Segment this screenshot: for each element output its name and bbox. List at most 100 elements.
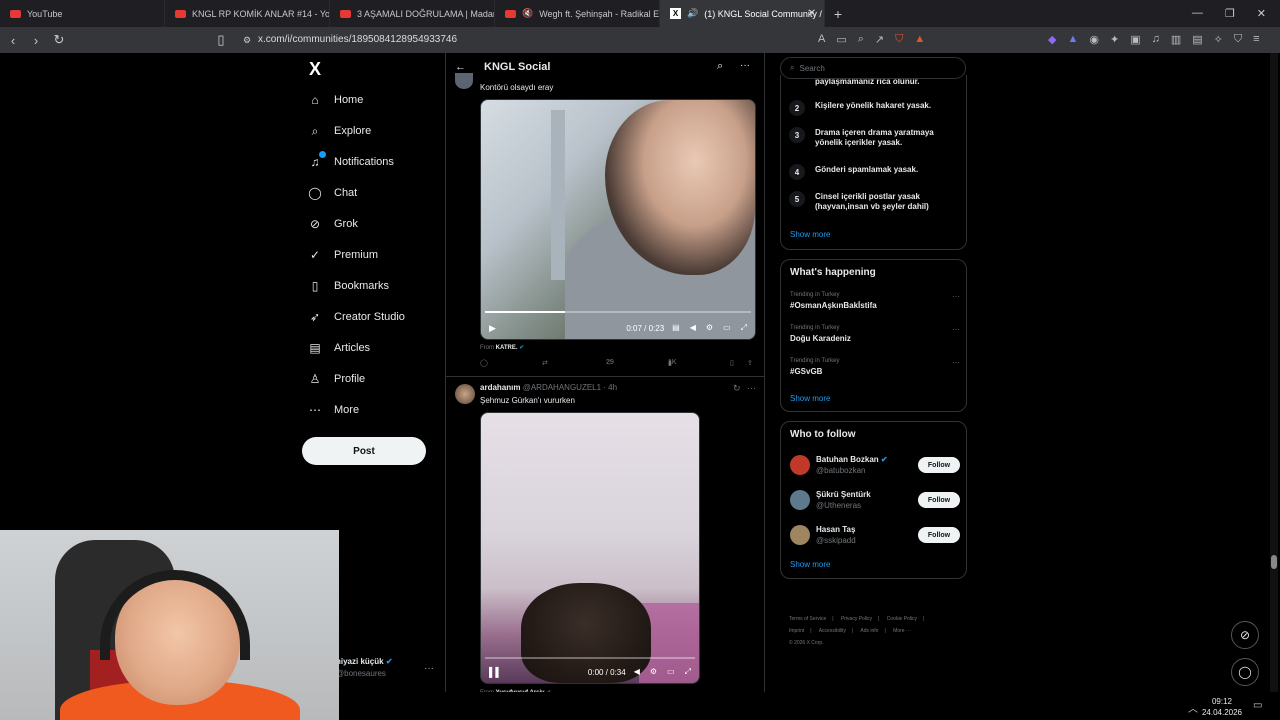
footer-link[interactable]: Ads info [860, 628, 878, 634]
brave-shield-icon[interactable]: ⛉ [895, 33, 903, 46]
zoom-icon[interactable]: ⌕ [858, 33, 864, 46]
close-tab-icon[interactable]: ✕ [808, 8, 816, 19]
pip-icon[interactable]: ▭ [723, 323, 731, 333]
restore-icon[interactable]: ❐ [1225, 7, 1235, 20]
repost-icon[interactable]: ⇄ [542, 359, 548, 367]
new-tab-button[interactable]: + [825, 6, 851, 22]
sidebar-item-profile[interactable]: ♙ Profile [308, 372, 366, 386]
footer-link[interactable]: Cookie Policy [887, 616, 917, 622]
footer-link[interactable]: Accessibility [819, 628, 846, 634]
trend-item[interactable]: Trending in Turkey #OsmanAşkınBakİstifa ··… [790, 292, 960, 310]
reload-icon[interactable]: ↻ [49, 32, 69, 48]
trend-more-icon[interactable]: ··· [952, 325, 960, 334]
search-input[interactable]: ⌕ Search [780, 57, 966, 79]
avatar[interactable] [790, 490, 810, 510]
taskbar-clock[interactable]: 09:12 24.04.2026 [1202, 696, 1242, 718]
video-player[interactable]: ▌▌ 0:00 / 0:34 ◀ ⚙ ▭ ⤢ [480, 412, 700, 684]
trend-more-icon[interactable]: ··· [952, 358, 960, 367]
sidebar-item-more[interactable]: ⋯ More [308, 403, 359, 417]
tab-kngl-social[interactable]: X 🔊 (1) KNGL Social Community / ✕ [660, 0, 825, 27]
extension-3-icon[interactable]: ◉ [1089, 33, 1099, 46]
avatar[interactable] [455, 384, 475, 404]
tab-kngl-rp[interactable]: KNGL RP KOMİK ANLAR #14 - YouTu [165, 0, 330, 27]
follow-suggestion[interactable]: Batuhan Bozkan ✔ @batubozkan Follow [790, 455, 960, 475]
search-icon[interactable]: ⌕ [717, 60, 723, 73]
screenshot-icon[interactable]: ▣ [1130, 33, 1140, 46]
cast-icon[interactable]: ▭ [836, 33, 846, 46]
tray-chevron-icon[interactable]: ︿ [1188, 700, 1198, 715]
notification-center-icon[interactable]: ▭ [1253, 700, 1262, 711]
author-handle[interactable]: @ARDAHANGUZEL1 [523, 383, 601, 392]
settings-icon[interactable]: ⚙ [650, 667, 657, 677]
scrollbar[interactable] [1270, 53, 1278, 720]
footer-link[interactable]: Imprint [789, 628, 804, 634]
leo-icon[interactable]: ✧ [1214, 33, 1223, 46]
footer-link[interactable]: Privacy Policy [841, 616, 872, 622]
wallet-icon[interactable]: ▤ [1192, 33, 1202, 46]
trend-more-icon[interactable]: ··· [952, 292, 960, 301]
extension-1-icon[interactable]: ◆ [1048, 33, 1056, 46]
volume-icon[interactable]: ◀ [690, 323, 696, 333]
trend-item[interactable]: Trending in Turkey #GSvGB ··· [790, 358, 960, 376]
pip-icon[interactable]: ▭ [667, 667, 675, 677]
scrollbar-thumb[interactable] [1271, 555, 1277, 569]
avatar[interactable] [455, 73, 473, 89]
back-arrow-icon[interactable]: ← [455, 61, 466, 73]
avatar[interactable] [790, 525, 810, 545]
post-more-icon[interactable]: ··· [747, 383, 756, 393]
extension-2-icon[interactable]: ▲ [1067, 33, 1078, 46]
minimize-icon[interactable]: — [1192, 7, 1203, 20]
author-name[interactable]: ardahanım [480, 383, 520, 392]
video-source[interactable]: From KATRE. ✔ [480, 344, 524, 351]
follow-button[interactable]: Follow [918, 492, 960, 508]
sidebar-item-articles[interactable]: ▤ Articles [308, 341, 370, 355]
follow-suggestion[interactable]: Hasan Taş @sskipadd Follow [790, 525, 960, 545]
rules-show-more-link[interactable]: Show more [790, 230, 830, 239]
video-progress[interactable] [485, 657, 695, 659]
sidebar-item-explore[interactable]: ⌕ Explore [308, 124, 372, 138]
sidebar-item-bookmarks[interactable]: ▯ Bookmarks [308, 279, 389, 293]
footer-link[interactable]: Terms of Service [789, 616, 826, 622]
forward-icon[interactable]: › [26, 33, 46, 48]
play-icon[interactable]: ▌▌ [489, 667, 502, 677]
volume-icon[interactable]: ◀ [634, 667, 640, 677]
sidebar-item-home[interactable]: ⌂ Home [308, 93, 363, 107]
play-icon[interactable]: ▶ [489, 323, 496, 334]
sidebar-item-grok[interactable]: ⊘ Grok [308, 217, 358, 231]
video-progress[interactable] [485, 311, 751, 313]
who-show-more-link[interactable]: Show more [790, 560, 830, 569]
fullscreen-icon[interactable]: ⤢ [741, 323, 747, 333]
url-field[interactable]: x.com/i/communities/1895084128954933746 [258, 34, 457, 45]
trend-item[interactable]: Trending in Turkey Doğu Karadeniz ··· [790, 325, 960, 343]
bookmark-icon[interactable]: ▯ [730, 359, 734, 367]
bookmark-page-icon[interactable]: ▯ [211, 32, 231, 48]
captions-icon[interactable]: ▤ [672, 323, 680, 333]
reply-icon[interactable]: ◯ [480, 359, 488, 367]
follow-button[interactable]: Follow [918, 457, 960, 473]
tab-youtube[interactable]: YouTube [0, 0, 165, 27]
x-logo[interactable]: X [309, 59, 321, 80]
post-button[interactable]: Post [302, 437, 426, 465]
share-icon[interactable]: ↗ [875, 33, 884, 46]
happening-show-more-link[interactable]: Show more [790, 394, 830, 403]
grok-icon[interactable]: ↻ [733, 383, 741, 394]
messages-fab-icon[interactable]: ◯ [1231, 658, 1259, 686]
speaker-icon[interactable]: 🔊 [687, 8, 698, 19]
more-options-icon[interactable]: ··· [740, 60, 750, 71]
tab-dogrulama[interactable]: 3 AŞAMALI DOĞRULAMA | Madara G [330, 0, 495, 27]
share-icon[interactable]: ⇪ [747, 359, 753, 367]
settings-icon[interactable]: ⚙ [706, 323, 713, 333]
brave-rewards-icon[interactable]: ▲ [914, 33, 925, 46]
sidebar-icon[interactable]: ▥ [1171, 33, 1181, 46]
follow-button[interactable]: Follow [918, 527, 960, 543]
sidebar-item-premium[interactable]: ✓ Premium [308, 248, 378, 262]
grok-fab-icon[interactable]: ⊘ [1231, 621, 1259, 649]
sidebar-item-notifications[interactable]: ♫ Notifications [308, 151, 394, 169]
close-window-icon[interactable]: ✕ [1257, 7, 1266, 20]
footer-link[interactable]: More ··· [893, 628, 911, 634]
extensions-icon[interactable]: ✦ [1110, 33, 1119, 46]
back-icon[interactable]: ‹ [3, 33, 23, 48]
follow-suggestion[interactable]: Şükrü Şentürk @Utheneras Follow [790, 490, 960, 510]
video-player[interactable]: ▶ 0:07 / 0:23 ▤ ◀ ⚙ ▭ ⤢ [480, 99, 756, 340]
account-more-icon[interactable]: ··· [424, 663, 434, 674]
